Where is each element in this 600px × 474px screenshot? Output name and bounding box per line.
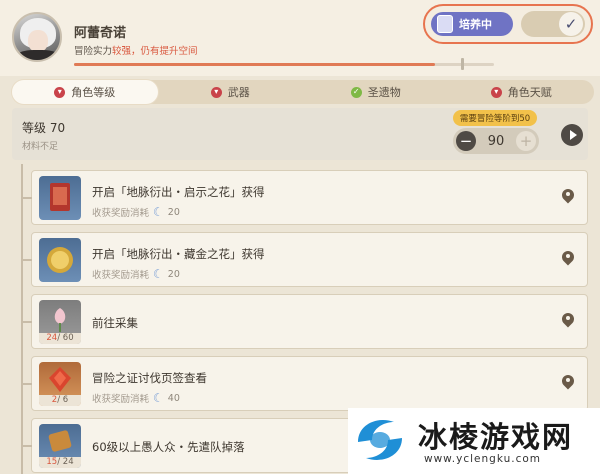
increment-button[interactable]: +	[515, 131, 536, 151]
target-level-value: 90	[487, 133, 505, 149]
strength-prefix: 冒险实力	[74, 46, 113, 57]
coin-icon	[47, 247, 73, 273]
tab-label: 角色等级	[71, 86, 116, 99]
task-title: 60级以上愚人众・先遣队掉落	[92, 440, 245, 454]
check-dot-icon: ✓	[350, 86, 362, 98]
requirement-badge: 需要冒险等阶到50	[453, 110, 537, 126]
decrement-button[interactable]: −	[456, 131, 476, 151]
item-thumbnail: 15/ 24	[39, 424, 81, 468]
level-title: 等级 70	[22, 121, 66, 135]
tab-bar: ▾ 角色等级 ▾ 武器 ✓ 圣遗物 ▾ 角色天赋	[12, 80, 594, 104]
strength-text: 冒险实力较强，仍有提升空间	[74, 43, 198, 57]
cultivate-toggle[interactable]: ✓	[521, 11, 585, 37]
task-title: 前往采集	[92, 316, 138, 330]
book-icon	[50, 183, 70, 211]
strength-status: 较强，仍有提升空间	[112, 46, 198, 57]
cultivate-label: 培养中	[459, 18, 492, 31]
resin-icon: ☾	[153, 205, 164, 219]
resin-icon: ☾	[153, 391, 164, 405]
level-subtitle: 材料不足	[22, 142, 59, 152]
tab-character-level[interactable]: ▾ 角色等级	[12, 80, 158, 104]
location-pin-icon[interactable]	[559, 248, 577, 267]
tab-label: 角色天赋	[507, 86, 552, 99]
tab-label: 武器	[227, 86, 250, 99]
reward-cost: 收获奖励消耗 ☾ 20	[92, 267, 180, 281]
tree-branch	[22, 197, 32, 199]
tree-branch	[22, 321, 32, 323]
tree-line	[21, 164, 23, 474]
watermark-url: www.yclengku.com	[424, 453, 541, 465]
item-thumbnail: 2/ 6	[39, 362, 81, 406]
list-item[interactable]: 24/ 60 前往采集	[22, 294, 588, 349]
tree-branch	[22, 383, 32, 385]
character-name: 阿蕾奇诺	[74, 26, 127, 41]
strength-progress-bar	[74, 63, 494, 66]
avatar-coat	[16, 50, 60, 60]
portrait-icon	[437, 15, 453, 33]
tree-branch	[22, 445, 32, 447]
status-dot-icon: ▾	[54, 86, 66, 98]
level-stepper: − 90 +	[453, 128, 539, 154]
reward-amount: 40	[167, 392, 180, 404]
item-count: 15/ 24	[39, 457, 81, 468]
reward-label: 收获奖励消耗	[92, 270, 150, 281]
gem-icon	[49, 367, 71, 392]
location-pin-icon[interactable]	[559, 310, 577, 329]
avatar-face	[28, 30, 48, 52]
reward-amount: 20	[167, 268, 180, 280]
reward-cost: 收获奖励消耗 ☾ 20	[92, 205, 180, 219]
next-arrow-button[interactable]	[561, 124, 583, 146]
tab-artifacts[interactable]: ✓ 圣遗物	[303, 80, 449, 104]
tab-talents[interactable]: ▾ 角色天赋	[449, 80, 595, 104]
watermark-title: 冰棱游戏网	[418, 420, 574, 454]
item-thumbnail: 24/ 60	[39, 300, 81, 344]
progress-marker	[461, 58, 464, 70]
level-row: 等级 70 材料不足 需要冒险等阶到50 − 90 +	[12, 108, 588, 160]
character-header: 阿蕾奇诺 冒险实力较强，仍有提升空间 培养中 ✓	[0, 0, 600, 76]
item-thumbnail	[39, 238, 81, 282]
watermark: 冰棱游戏网 www.yclengku.com	[348, 408, 600, 474]
task-title: 开启「地脉衍出・藏金之花」获得	[92, 247, 265, 261]
tree-branch	[22, 259, 32, 261]
item-count: 2/ 6	[39, 395, 81, 406]
reward-label: 收获奖励消耗	[92, 208, 150, 219]
cultivate-button[interactable]: 培养中	[431, 12, 513, 36]
check-icon: ✓	[559, 12, 583, 36]
location-pin-icon[interactable]	[559, 372, 577, 391]
item-count: 24/ 60	[39, 333, 81, 344]
status-dot-icon: ▾	[490, 86, 502, 98]
avatar[interactable]	[12, 12, 62, 62]
reward-cost: 收获奖励消耗 ☾ 40	[92, 391, 180, 405]
strength-progress-fill	[74, 63, 436, 66]
cultivate-panel: 培养中 ✓	[423, 4, 593, 44]
task-title: 开启「地脉衍出・启示之花」获得	[92, 185, 265, 199]
list-item[interactable]: 开启「地脉衍出・藏金之花」获得 收获奖励消耗 ☾ 20	[22, 232, 588, 287]
reward-amount: 20	[167, 206, 180, 218]
resin-icon: ☾	[153, 267, 164, 281]
tab-label: 圣遗物	[367, 86, 401, 99]
reward-label: 收获奖励消耗	[92, 394, 150, 405]
status-dot-icon: ▾	[210, 86, 222, 98]
item-thumbnail	[39, 176, 81, 220]
list-item[interactable]: 开启「地脉衍出・启示之花」获得 收获奖励消耗 ☾ 20	[22, 170, 588, 225]
location-pin-icon[interactable]	[559, 186, 577, 205]
flower-icon	[54, 308, 66, 332]
insignia-icon	[48, 430, 72, 452]
list-item[interactable]: 2/ 6 冒险之证讨伐页签查看 收获奖励消耗 ☾ 40	[22, 356, 588, 411]
task-title: 冒险之证讨伐页签查看	[92, 371, 207, 385]
watermark-logo	[358, 420, 402, 460]
tab-weapon[interactable]: ▾ 武器	[158, 80, 304, 104]
